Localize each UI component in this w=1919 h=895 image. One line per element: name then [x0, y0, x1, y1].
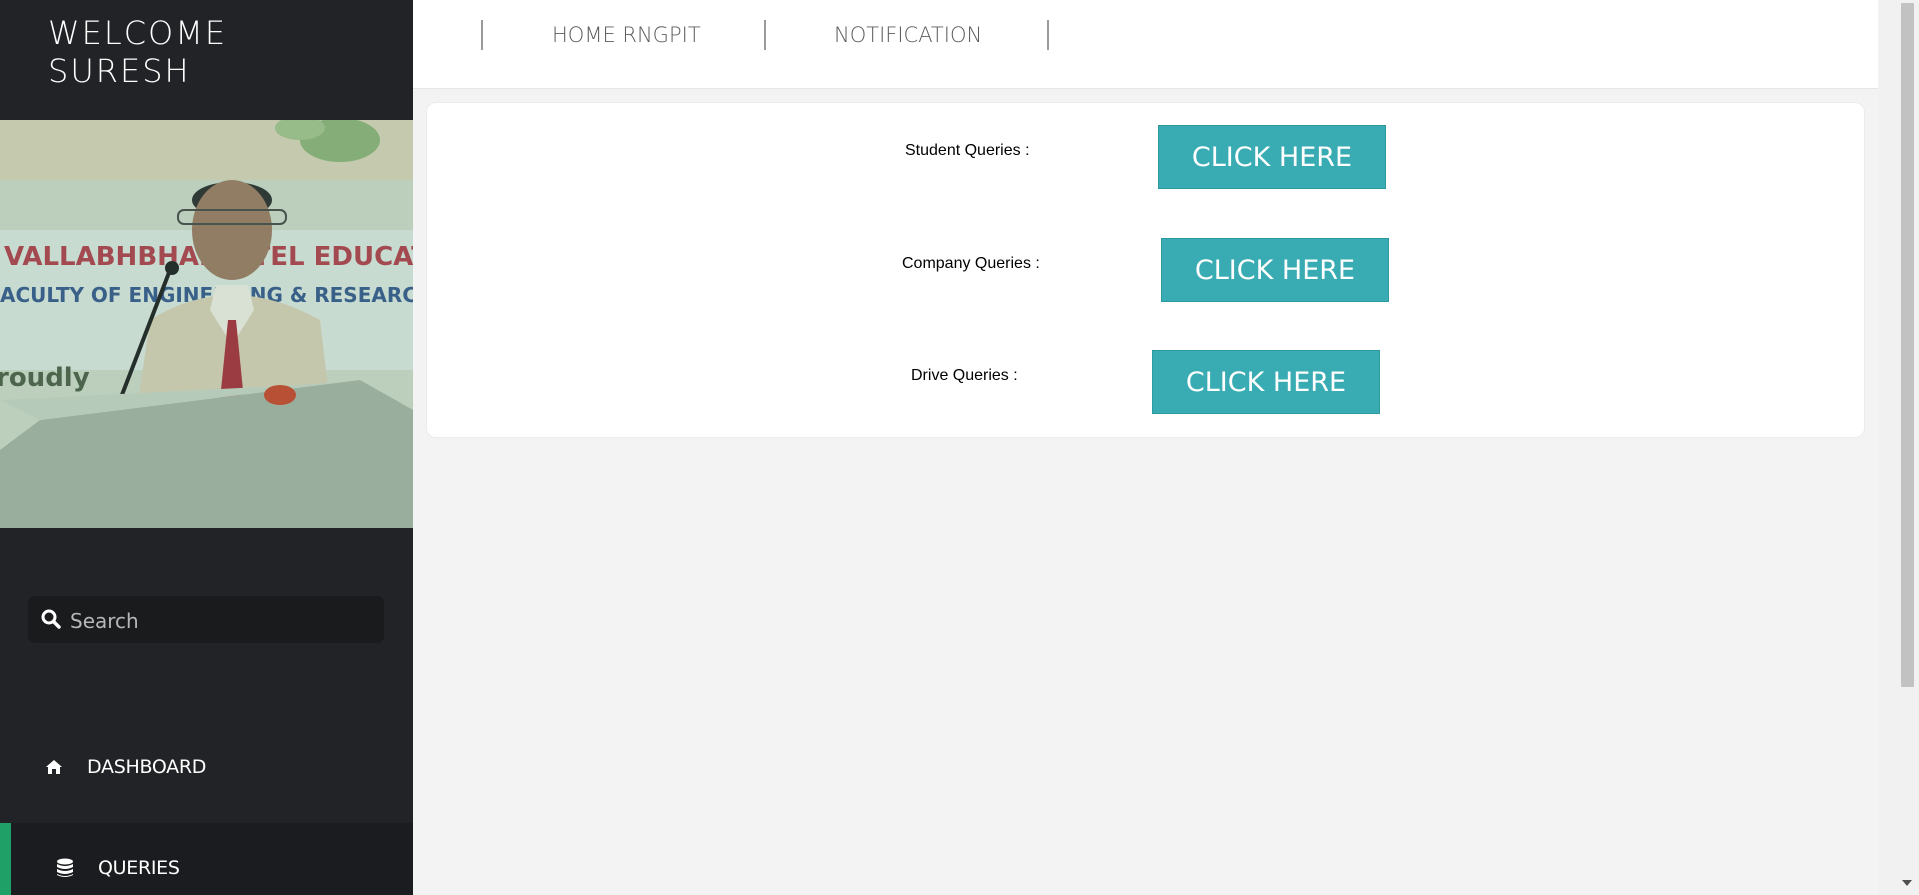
- sidebar-item-label: QUERIES: [98, 857, 180, 879]
- search-box[interactable]: [28, 596, 384, 645]
- home-icon: [44, 757, 64, 777]
- student-queries-label: Student Queries :: [905, 142, 1030, 159]
- scrollbar-thumb[interactable]: [1901, 3, 1914, 687]
- page-scrollbar[interactable]: [1878, 0, 1919, 895]
- sidebar-item-label: DASHBOARD: [87, 756, 207, 778]
- sidebar: WELCOME SURESH VALLABHBHAI PATEL EDUCATI…: [0, 0, 413, 895]
- search-input[interactable]: [68, 596, 372, 645]
- nav-link-home-rngpit[interactable]: HOME RNGPIT: [552, 22, 701, 48]
- user-name: SURESH: [48, 52, 191, 90]
- drive-queries-label: Drive Queries :: [911, 367, 1018, 384]
- top-navbar: HOME RNGPIT NOTIFICATION: [413, 0, 1878, 89]
- sidebar-item-dashboard[interactable]: DASHBOARD: [0, 726, 413, 808]
- sidebar-item-queries[interactable]: QUERIES: [0, 823, 413, 895]
- profile-photo: VALLABHBHAI PATEL EDUCATION SOCIETY ACUL…: [0, 120, 413, 528]
- database-icon: [55, 858, 75, 878]
- nav-separator: [764, 20, 766, 50]
- company-queries-button[interactable]: CLICK HERE: [1161, 238, 1389, 302]
- drive-queries-button[interactable]: CLICK HERE: [1152, 350, 1380, 414]
- nav-separator: [481, 20, 483, 50]
- welcome-line: WELCOME: [48, 14, 228, 52]
- nav-link-notification[interactable]: NOTIFICATION: [834, 22, 982, 48]
- nav-separator: [1047, 20, 1049, 50]
- welcome-heading: WELCOME SURESH: [48, 14, 378, 90]
- scroll-down-arrow-icon[interactable]: [1902, 880, 1912, 886]
- search-icon: [41, 609, 61, 629]
- queries-panel: Student Queries : CLICK HERE Company Que…: [426, 102, 1865, 438]
- active-marker: [0, 823, 11, 895]
- company-queries-label: Company Queries :: [902, 255, 1040, 272]
- student-queries-button[interactable]: CLICK HERE: [1158, 125, 1386, 189]
